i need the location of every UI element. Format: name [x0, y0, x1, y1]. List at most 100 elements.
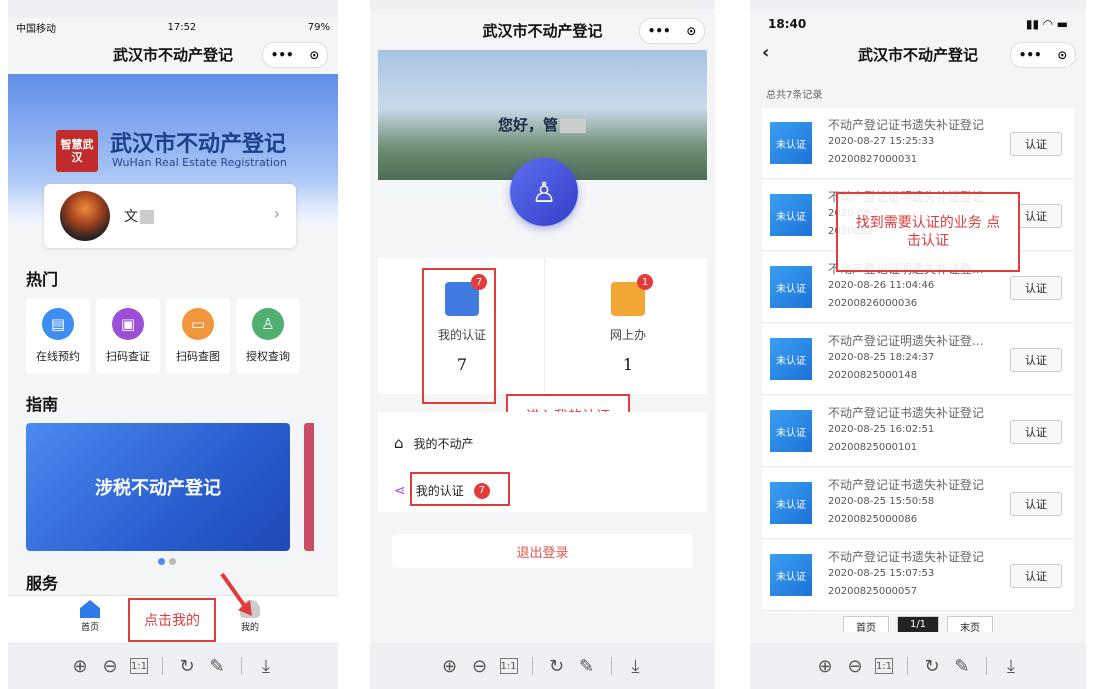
- nav-bar: 武汉市不动产登记 ••• ⊙: [370, 10, 715, 50]
- miniprogram-capsule[interactable]: ••• ⊙: [262, 42, 328, 68]
- actual-size-icon[interactable]: 1:1: [130, 658, 148, 674]
- toolbar-divider: [907, 657, 908, 675]
- guide-card[interactable]: 涉税不动产登记: [26, 423, 290, 551]
- record-title: 不动产登记证书遗失补证登记: [828, 478, 985, 492]
- certify-button[interactable]: 认证: [1010, 492, 1062, 516]
- tab-home[interactable]: 首页: [70, 600, 110, 633]
- miniprogram-capsule[interactable]: ••• ⊙: [1010, 42, 1076, 68]
- record-list: 未认证 不动产登记证书遗失补证登记 2020-08-27 15:25:33 20…: [762, 108, 1074, 612]
- edit-icon[interactable]: ✎: [207, 656, 227, 677]
- record-date: 2020-08-25 16:02:51: [828, 424, 935, 435]
- download-icon[interactable]: ⤓: [256, 656, 276, 677]
- record-date: 2020-08-25 18:24:37: [828, 352, 935, 363]
- page-title: 武汉市不动产登记: [112, 45, 233, 64]
- list-item: 未认证 不动产登记证明遗失补证登... 2020-08-25 18:24:37 …: [762, 324, 1074, 395]
- record-date: 2020-08-27 15:25:33: [828, 136, 935, 147]
- section-guide-title: 指南: [26, 395, 59, 414]
- record-number: 20200827000031: [828, 154, 918, 165]
- carousel-dots: [158, 558, 176, 565]
- city-seal-logo: 智慧武汉: [56, 130, 98, 172]
- toolbar-divider: [986, 657, 987, 675]
- zoom-out-icon[interactable]: ⊖: [100, 656, 120, 677]
- list-item: 未认证 不动产登记证书遗失补证登记 2020-08-25 15:07:53 20…: [762, 540, 1074, 611]
- annotation-text: 点击我的: [144, 613, 200, 629]
- edit-icon[interactable]: ✎: [952, 656, 972, 677]
- divider: [544, 258, 545, 394]
- home-icon: [80, 600, 100, 618]
- zoom-out-icon[interactable]: ⊖: [845, 656, 865, 677]
- download-icon[interactable]: ⤓: [1001, 656, 1021, 677]
- status-time: 17:52: [167, 21, 197, 33]
- status-badge: 未认证: [770, 554, 812, 596]
- nav-bar: ‹ 武汉市不动产登记 ••• ⊙: [750, 36, 1086, 72]
- rotate-icon[interactable]: ↻: [547, 656, 567, 677]
- share-icon: ⋖: [394, 482, 406, 499]
- tile-scan-certificate[interactable]: ▣ 扫码查证: [96, 298, 160, 374]
- certify-button[interactable]: 认证: [1010, 348, 1062, 372]
- tile-label: 授权查询: [246, 350, 290, 363]
- masked-name: [560, 118, 587, 133]
- download-icon[interactable]: ⤓: [626, 656, 646, 677]
- list-item: 未认证 不动产登记证书遗失补证登记 2020-08-27 15:25:33 20…: [762, 108, 1074, 179]
- viewer-toolbar: ⊕ ⊖ 1:1 ↻ ✎ ⤓: [750, 643, 1086, 689]
- status-badge: 未认证: [770, 194, 812, 236]
- annotation-box: 找到需要认证的业务 点击认证: [836, 192, 1020, 272]
- record-title: 不动产登记证明遗失补证登...: [828, 334, 984, 348]
- miniprogram-capsule[interactable]: ••• ⊙: [639, 18, 705, 44]
- last-page-button[interactable]: 末页: [947, 616, 994, 632]
- tile-online-booking[interactable]: ▤ 在线预约: [26, 298, 90, 374]
- menu-my-property[interactable]: ⌂ 我的不动产: [394, 434, 474, 452]
- actual-size-icon[interactable]: 1:1: [875, 658, 893, 674]
- section-hot-title: 热门: [26, 270, 59, 289]
- zoom-in-icon[interactable]: ⊕: [70, 656, 90, 677]
- zoom-in-icon[interactable]: ⊕: [440, 656, 460, 677]
- viewer-toolbar: ⊕ ⊖ 1:1 ↻ ✎ ⤓: [370, 643, 715, 689]
- record-title: 不动产登记证书遗失补证登记: [828, 118, 985, 132]
- stat-online-handling[interactable]: 1 网上办 1: [568, 274, 688, 374]
- back-icon[interactable]: ‹: [762, 42, 769, 63]
- user-card[interactable]: 文 ›: [44, 184, 296, 248]
- certify-button[interactable]: 认证: [1010, 564, 1062, 588]
- nav-bar: 武汉市不动产登记 ••• ⊙: [8, 36, 338, 72]
- actual-size-icon[interactable]: 1:1: [499, 658, 518, 674]
- carousel-dot: [158, 558, 165, 565]
- document-icon: ▤: [42, 308, 74, 340]
- banner-subtitle: WuHan Real Estate Registration: [112, 156, 287, 169]
- user-avatar-icon[interactable]: ♙: [510, 158, 578, 226]
- record-count: 总共7条记录: [766, 90, 823, 101]
- first-page-button[interactable]: 首页: [842, 616, 889, 632]
- tile-authorization-query[interactable]: ♙ 授权查询: [236, 298, 300, 374]
- certify-button[interactable]: 认证: [1010, 276, 1062, 300]
- guide-card-title: 涉税不动产登记: [95, 478, 221, 499]
- logout-button[interactable]: 退出登录: [392, 534, 693, 568]
- record-number: 20200825000057: [828, 586, 918, 597]
- annotation-arrow-icon: [220, 572, 252, 616]
- close-target-icon[interactable]: ⊙: [686, 24, 696, 38]
- tile-label: 扫码查图: [176, 350, 220, 363]
- section-service-title: 服务: [26, 574, 59, 593]
- certify-button[interactable]: 认证: [1010, 420, 1062, 444]
- clipboard-icon: 1: [611, 274, 653, 316]
- close-target-icon[interactable]: ⊙: [309, 48, 319, 62]
- toolbar-divider: [610, 657, 612, 675]
- more-icon[interactable]: •••: [648, 24, 671, 38]
- record-number: 20200826000036: [828, 298, 918, 309]
- zoom-out-icon[interactable]: ⊖: [470, 656, 490, 677]
- banner-title: 武汉市不动产登记: [110, 132, 287, 157]
- user-name: 文: [124, 206, 154, 226]
- guide-card-next[interactable]: [304, 423, 314, 551]
- toolbar-divider: [162, 657, 163, 675]
- rotate-icon[interactable]: ↻: [922, 656, 942, 677]
- rotate-icon[interactable]: ↻: [177, 656, 197, 677]
- carrier-label: 中国移动: [16, 23, 56, 35]
- edit-icon[interactable]: ✎: [577, 656, 597, 677]
- stat-value: 1: [622, 355, 634, 374]
- certify-button[interactable]: 认证: [1010, 132, 1062, 156]
- tile-scan-map[interactable]: ▭ 扫码查图: [166, 298, 230, 374]
- list-item: 未认证 不动产登记证书遗失补证登记 2020-08-25 15:50:58 20…: [762, 468, 1074, 539]
- more-icon[interactable]: •••: [1019, 48, 1042, 62]
- tab-home-label: 首页: [80, 623, 99, 633]
- close-target-icon[interactable]: ⊙: [1057, 48, 1067, 62]
- more-icon[interactable]: •••: [271, 48, 294, 62]
- zoom-in-icon[interactable]: ⊕: [815, 656, 835, 677]
